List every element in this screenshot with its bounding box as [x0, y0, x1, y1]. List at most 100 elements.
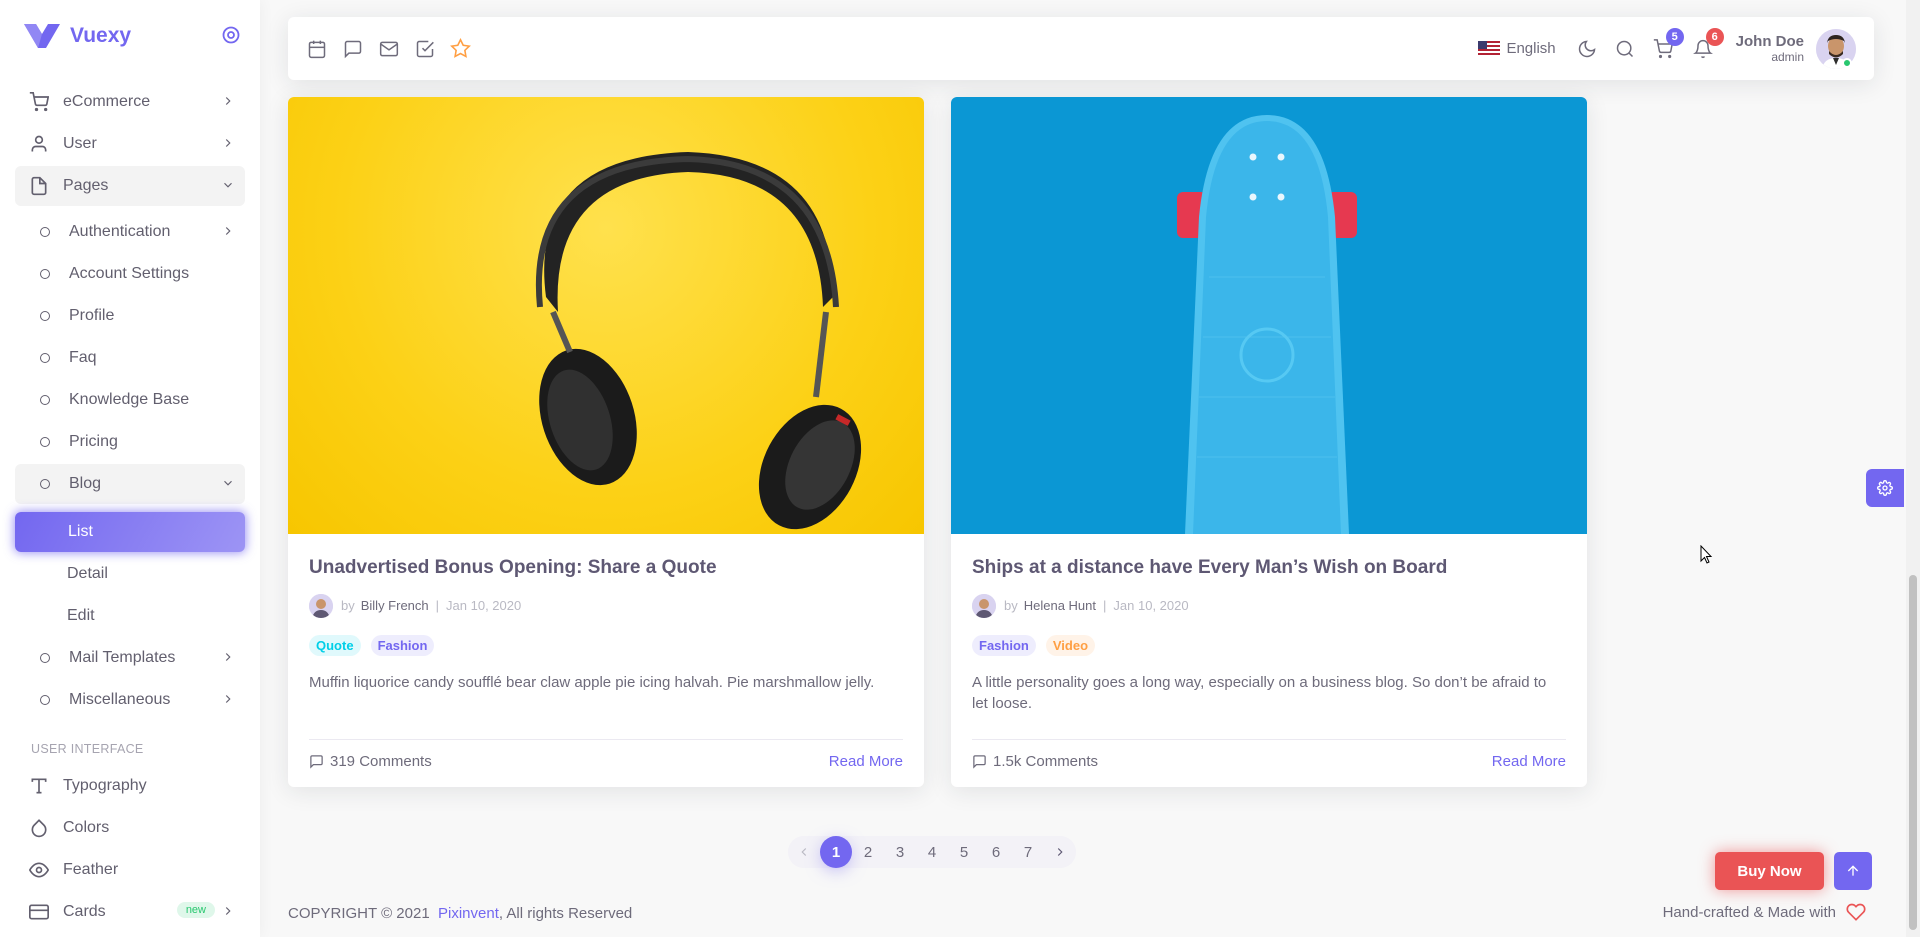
sidebar-item-pricing[interactable]: Pricing	[15, 422, 245, 462]
page-scrollbar[interactable]	[1906, 0, 1920, 937]
post-date: Jan 10, 2020	[1113, 598, 1189, 614]
footer-copyright: COPYRIGHT © 2021 Pixinvent, All rights R…	[288, 905, 632, 922]
read-more-link[interactable]: Read More	[1492, 753, 1566, 770]
sidebar-item-miscellaneous[interactable]: Miscellaneous	[15, 680, 245, 720]
sidebar-item-blog-list[interactable]: List	[15, 512, 245, 552]
sidebar-item-feather[interactable]: Feather	[15, 850, 245, 890]
sidebar-item-label: Typography	[63, 777, 147, 794]
scrollbar-thumb[interactable]	[1909, 575, 1917, 930]
sidebar-item-user[interactable]: User	[15, 124, 245, 164]
sidebar-item-profile[interactable]: Profile	[15, 296, 245, 336]
chevron-right-icon	[221, 650, 235, 664]
page-button[interactable]: 5	[948, 836, 980, 868]
tag-badge[interactable]: Video	[1045, 634, 1096, 656]
sidebar-item-typography[interactable]: Typography	[15, 766, 245, 806]
made-with-text: Hand-crafted & Made with	[1662, 903, 1836, 921]
type-icon	[29, 776, 49, 796]
sidebar-item-faq[interactable]: Faq	[15, 338, 245, 378]
page-button[interactable]: 7	[1012, 836, 1044, 868]
user-dropdown[interactable]: John Doe admin	[1736, 33, 1804, 64]
new-badge: new	[176, 902, 215, 918]
sidebar-item-knowledge-base[interactable]: Knowledge Base	[15, 380, 245, 420]
scroll-to-top-button[interactable]	[1834, 852, 1872, 890]
us-flag-icon	[1478, 41, 1501, 56]
tag-badge[interactable]: Fashion	[972, 634, 1036, 656]
sidebar-item-label: Faq	[69, 349, 97, 366]
headphones-image[interactable]	[288, 97, 924, 534]
comments-link[interactable]: 1.5k Comments	[972, 753, 1098, 770]
navbar-right: English 5 6 John Doe admin	[1478, 27, 1856, 69]
read-more-link[interactable]: Read More	[829, 753, 903, 770]
sidebar-item-authentication[interactable]: Authentication	[15, 212, 245, 252]
check-square-icon[interactable]	[414, 38, 435, 59]
tag-badge[interactable]: Quote	[309, 634, 361, 656]
page-button[interactable]: 1	[820, 836, 852, 868]
sidebar-item-label: Mail Templates	[69, 649, 176, 666]
message-square-icon[interactable]	[342, 38, 363, 59]
search-icon[interactable]	[1614, 38, 1636, 60]
cart-icon[interactable]: 5	[1652, 27, 1684, 60]
page-button[interactable]: 3	[884, 836, 916, 868]
sidebar-collapse-toggle-icon[interactable]	[222, 26, 240, 44]
droplet-icon	[29, 818, 49, 838]
circle-icon	[35, 474, 55, 494]
chevron-down-icon	[221, 178, 235, 192]
prev-page-button[interactable]	[788, 836, 820, 868]
moon-icon[interactable]	[1576, 38, 1598, 60]
sidebar-item-blog-edit[interactable]: Edit	[15, 596, 245, 636]
sidebar-item-colors[interactable]: Colors	[15, 808, 245, 848]
post-excerpt: Muffin liquorice candy soufflé bear claw…	[309, 673, 875, 691]
sidebar-item-blog[interactable]: Blog	[15, 464, 245, 504]
blog-card: Unadvertised Bonus Opening: Share a Quot…	[288, 97, 924, 787]
card-footer: 319 Comments Read More	[309, 738, 903, 770]
mail-icon[interactable]	[378, 38, 399, 59]
sidebar-item-label: Cards	[63, 903, 106, 920]
settings-gear-icon[interactable]	[1866, 469, 1904, 507]
post-excerpt: A little personality goes a long way, es…	[972, 673, 1547, 712]
post-title[interactable]: Ships at a distance have Every Man’s Wis…	[972, 557, 1566, 580]
pagination: 1 2 3 4 5 6 7	[788, 836, 1076, 868]
sidebar-item-label: Authentication	[69, 223, 171, 240]
buy-now-button[interactable]: Buy Now	[1715, 852, 1824, 890]
sidebar-item-mail-templates[interactable]: Mail Templates	[15, 638, 245, 678]
circle-icon	[35, 432, 55, 452]
next-page-button[interactable]	[1044, 836, 1076, 868]
sidebar-item-label: Miscellaneous	[69, 691, 171, 708]
page-button[interactable]: 4	[916, 836, 948, 868]
message-square-icon	[309, 754, 324, 769]
message-square-icon	[972, 754, 987, 769]
brand[interactable]: Vuexy	[0, 0, 260, 72]
skateboard-image[interactable]	[951, 97, 1587, 534]
page-button[interactable]: 2	[852, 836, 884, 868]
circle-icon	[35, 264, 55, 284]
company-link[interactable]: Pixinvent	[438, 905, 499, 922]
author-name[interactable]: Billy French	[361, 598, 429, 613]
sidebar-item-account-settings[interactable]: Account Settings	[15, 254, 245, 294]
chevron-right-icon	[221, 904, 235, 918]
bell-icon[interactable]: 6	[1692, 27, 1724, 60]
tag-badge[interactable]: Fashion	[370, 634, 435, 656]
sidebar-item-pages[interactable]: Pages	[15, 166, 245, 206]
sidebar-item-label: Feather	[63, 861, 119, 878]
author-avatar	[309, 593, 333, 618]
star-icon[interactable]	[450, 38, 471, 59]
page-button[interactable]: 6	[980, 836, 1012, 868]
sidebar-item-label: Blog	[69, 475, 102, 492]
post-tags: Fashion Video	[972, 634, 1566, 656]
sidebar-item-label: List	[68, 523, 93, 540]
file-icon	[29, 176, 49, 196]
sidebar-item-cards[interactable]: Cards new	[15, 892, 245, 932]
sidebar-item-blog-detail[interactable]: Detail	[15, 554, 245, 594]
author-name[interactable]: Helena Hunt	[1024, 598, 1096, 613]
by-label: by	[341, 598, 355, 614]
comments-link[interactable]: 319 Comments	[309, 753, 432, 770]
sidebar-item-ecommerce[interactable]: eCommerce	[15, 82, 245, 122]
post-title[interactable]: Unadvertised Bonus Opening: Share a Quot…	[309, 557, 903, 580]
section-header-user-interface: USER INTERFACE	[31, 742, 144, 756]
top-navbar: English 5 6 John Doe admin	[288, 17, 1874, 80]
language-dropdown[interactable]: English	[1478, 40, 1556, 57]
sidebar: Vuexy eCommerce User Pages Authenticatio…	[0, 0, 260, 937]
calendar-icon[interactable]	[306, 38, 327, 59]
post-tags: Quote Fashion	[309, 634, 903, 656]
chevron-right-icon	[221, 224, 235, 238]
